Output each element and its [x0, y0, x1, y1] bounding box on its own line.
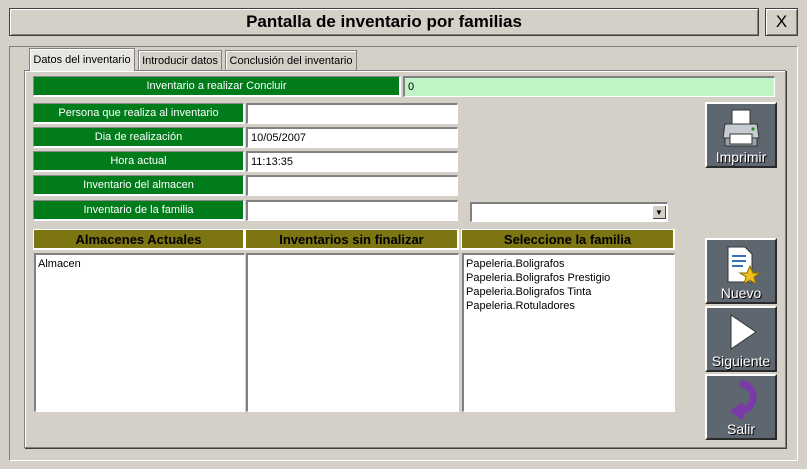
salir-label: Salir: [726, 421, 755, 437]
tab-conclusion-del-inventario[interactable]: Conclusión del inventario: [225, 50, 357, 70]
almacen-label: Inventario del almacen: [33, 175, 245, 196]
inventario-realizar-label: Inventario a realizar Concluir: [33, 76, 401, 97]
hora-field[interactable]: 11:13:35: [246, 151, 458, 172]
almacen-field[interactable]: [246, 175, 458, 196]
dia-field[interactable]: 10/05/2007: [246, 127, 458, 148]
chevron-down-icon[interactable]: ▼: [652, 205, 666, 219]
sin-finalizar-header: Inventarios sin finalizar: [245, 229, 459, 250]
imprimir-button[interactable]: Imprimir: [705, 102, 777, 168]
hora-label: Hora actual: [33, 151, 245, 172]
inventario-realizar-field[interactable]: 0: [403, 76, 775, 97]
tab-datos-del-inventario[interactable]: Datos del inventario: [29, 48, 135, 71]
close-button[interactable]: X: [765, 8, 798, 36]
nuevo-label: Nuevo: [720, 285, 762, 301]
list-item[interactable]: Papeleria.Boligrafos Prestigio: [466, 271, 672, 285]
sin-finalizar-list[interactable]: [246, 253, 459, 412]
dia-label: Dia de realización: [33, 127, 245, 148]
siguiente-button[interactable]: Siguiente: [705, 306, 777, 372]
list-item[interactable]: Papeleria.Boligrafos: [466, 257, 672, 271]
printer-icon: [722, 109, 760, 147]
nuevo-button[interactable]: Nuevo: [705, 238, 777, 304]
almacenes-header: Almacenes Actuales: [33, 229, 245, 250]
new-document-icon: [727, 246, 761, 286]
play-arrow-icon: [730, 314, 757, 350]
title-bar: Pantalla de inventario por familias X: [0, 0, 807, 44]
familias-header: Seleccione la familia: [461, 229, 675, 250]
imprimir-label: Imprimir: [715, 149, 767, 165]
list-item[interactable]: Papeleria.Boligrafos Tinta: [466, 285, 672, 299]
familias-list[interactable]: Papeleria.Boligrafos Papeleria.Boligrafo…: [462, 253, 675, 412]
persona-label: Persona que realiza al inventario: [33, 103, 245, 124]
list-item[interactable]: Almacen: [38, 257, 242, 271]
list-item[interactable]: Papeleria.Rotuladores: [466, 299, 672, 313]
tab-introducir-datos[interactable]: Introducir datos: [138, 50, 222, 70]
familia-combo[interactable]: ▼: [470, 202, 668, 222]
persona-field[interactable]: [246, 103, 458, 124]
familia-field[interactable]: [246, 200, 458, 221]
almacenes-list[interactable]: Almacen: [34, 253, 245, 412]
familia-label: Inventario de la familia: [33, 200, 245, 221]
window-title: Pantalla de inventario por familias: [9, 8, 759, 36]
siguiente-label: Siguiente: [711, 353, 771, 369]
curved-arrow-icon: [729, 380, 757, 420]
salir-button[interactable]: Salir: [705, 374, 777, 440]
